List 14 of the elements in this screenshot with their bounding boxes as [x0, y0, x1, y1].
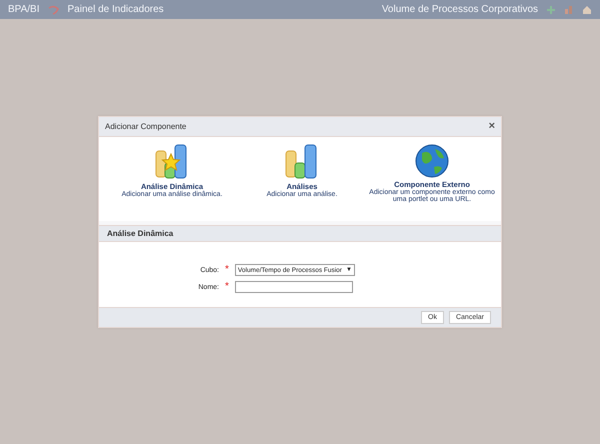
globe-icon [414, 143, 450, 179]
plus-icon[interactable] [546, 4, 556, 14]
page-title: Painel de Indicadores [68, 4, 164, 15]
section-title: Análise Dinâmica [107, 229, 174, 238]
app-name: BPA/BI [8, 4, 40, 15]
chart-icon[interactable] [564, 4, 574, 14]
context-title: Volume de Processos Corporativos [382, 4, 538, 15]
dialog-title: Adicionar Componente [105, 122, 186, 131]
swirl-icon [48, 4, 60, 14]
name-input[interactable] [234, 281, 353, 293]
close-button[interactable]: × [488, 121, 495, 132]
home-icon[interactable] [582, 4, 592, 14]
required-mark: * [225, 282, 229, 292]
required-mark: * [225, 265, 229, 275]
